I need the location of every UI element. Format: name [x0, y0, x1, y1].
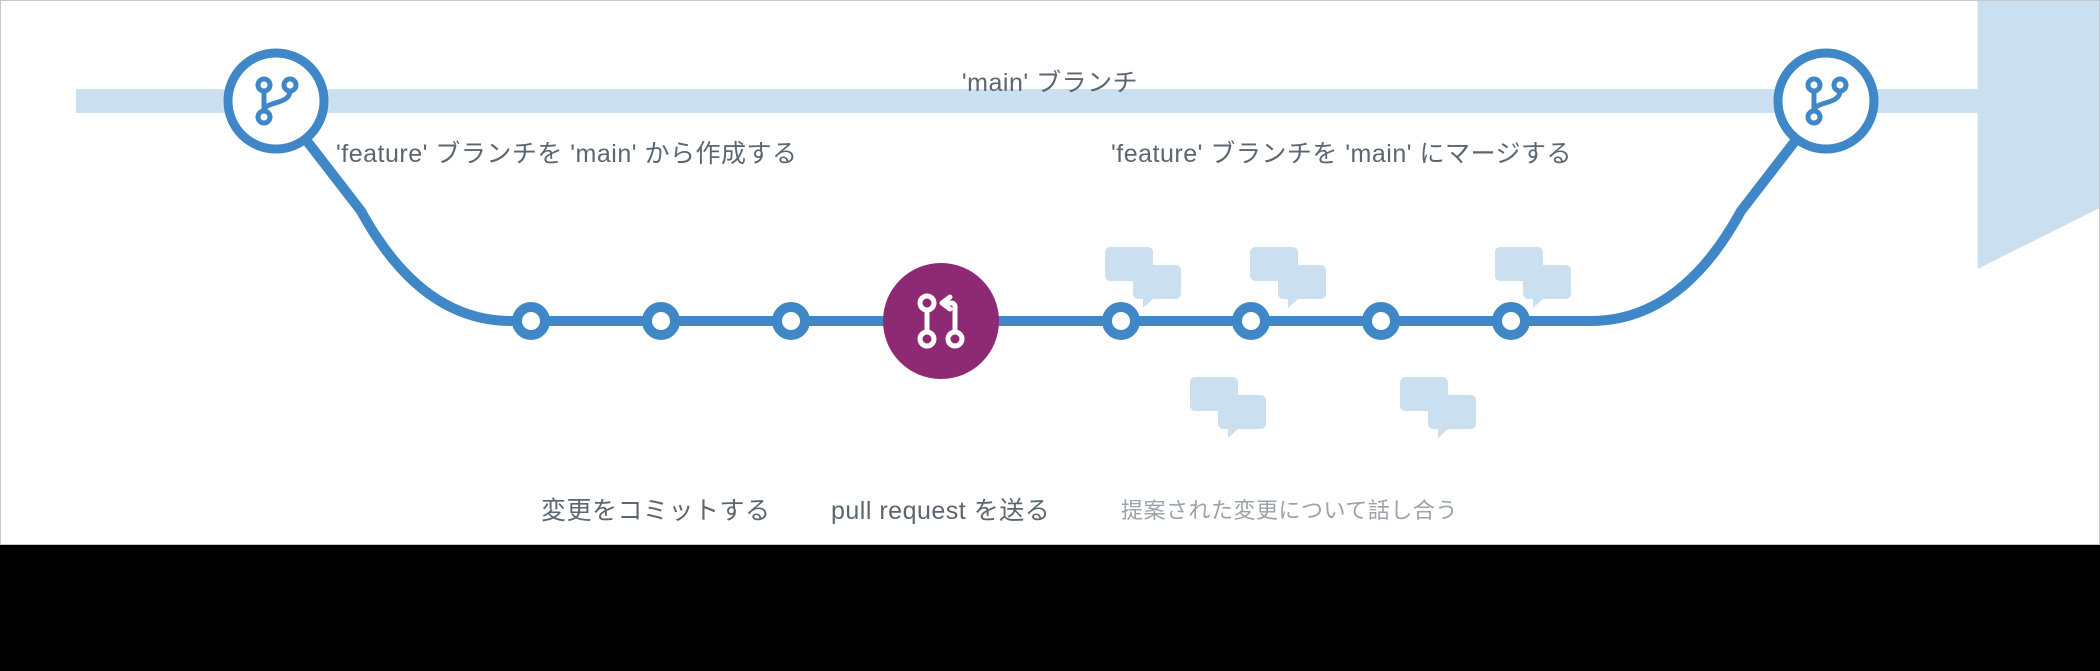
- chat-icon: [1105, 247, 1181, 308]
- merge-branch-label: 'feature' ブランチを 'main' にマージする: [1111, 134, 1572, 170]
- github-flow-diagram: 'main' ブランチ 'feature' ブランチを 'main' から作成す…: [0, 0, 2100, 545]
- main-branch-label: 'main' ブランチ: [1, 63, 2099, 99]
- chat-icon: [1250, 247, 1326, 308]
- commit-changes-label: 変更をコミットする: [541, 491, 771, 527]
- pull-request-node: [883, 263, 999, 379]
- chat-icon: [1190, 377, 1266, 438]
- chat-icon: [1400, 377, 1476, 438]
- send-pr-label: pull request を送る: [831, 491, 1050, 527]
- create-branch-label: 'feature' ブランチを 'main' から作成する: [336, 134, 797, 170]
- discuss-changes-label: 提案された変更について話し合う: [1121, 493, 1458, 525]
- chat-icon: [1495, 247, 1571, 308]
- discussion-group: [1105, 247, 1571, 438]
